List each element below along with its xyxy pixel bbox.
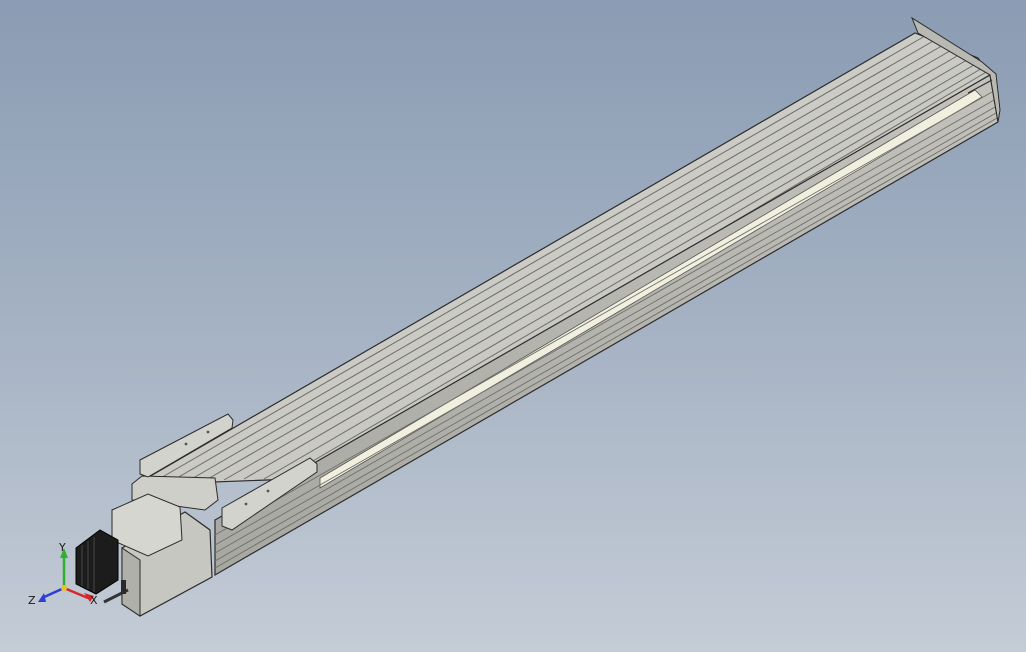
triad-origin: [61, 585, 67, 591]
y-axis-label: Y: [59, 541, 66, 554]
x-axis-label: X: [90, 594, 98, 607]
x-axis: [63, 586, 89, 600]
coordinate-triad: Y X Z: [24, 536, 114, 616]
z-axis: [41, 586, 65, 600]
z-arrow-icon: [38, 593, 46, 602]
connector-port[interactable]: [121, 580, 126, 594]
extrusion-top-face[interactable]: [134, 32, 991, 486]
triad-axes: [38, 548, 94, 602]
actuator-3d-model[interactable]: [0, 0, 1026, 652]
z-axis-label: Z: [28, 594, 36, 607]
cad-viewport[interactable]: Y X Z: [0, 0, 1026, 652]
